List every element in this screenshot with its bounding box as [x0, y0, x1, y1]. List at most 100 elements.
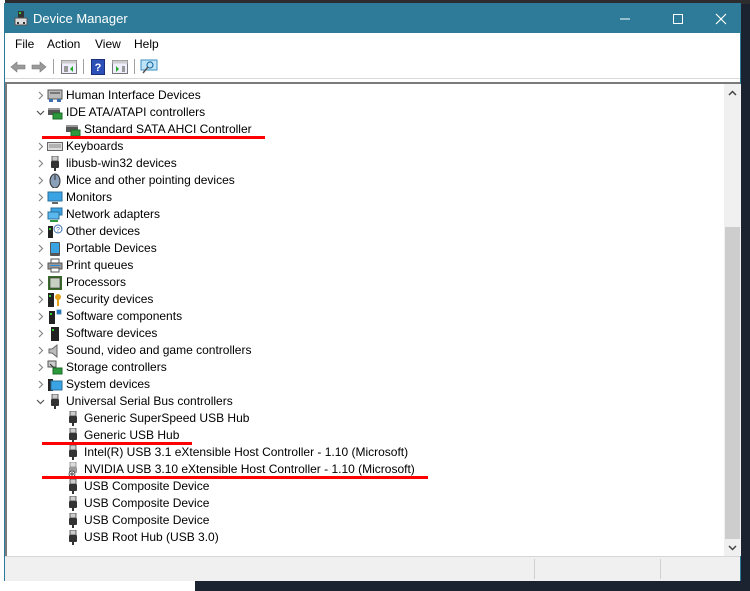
desktop-background-bottom — [0, 581, 195, 591]
tree-device[interactable]: Intel(R) USB 3.1 eXtensible Host Control… — [7, 444, 707, 461]
expand-chevron-right-icon[interactable] — [34, 223, 46, 240]
speaker-icon — [47, 343, 63, 359]
hid-icon — [47, 88, 63, 103]
maximize-icon — [673, 13, 683, 24]
tree-category[interactable]: System devices — [7, 376, 707, 393]
tree-category[interactable]: Sound, video and game controllers — [7, 342, 707, 359]
expand-chevron-right-icon[interactable] — [34, 155, 46, 172]
close-button[interactable] — [699, 4, 743, 33]
device-manager-window: Device Manager File Action View Help ? H… — [4, 3, 741, 581]
software-component-icon — [47, 309, 63, 324]
forward-button[interactable] — [30, 58, 48, 75]
tree-item-label: libusb-win32 devices — [66, 156, 177, 170]
tree-item-label: USB Root Hub (USB 3.0) — [84, 530, 219, 544]
usb-plug-icon — [65, 495, 81, 511]
tree-category[interactable]: Software devices — [7, 325, 707, 342]
tree-category[interactable]: IDE ATA/ATAPI controllers — [7, 104, 707, 121]
close-icon — [715, 13, 727, 24]
tree-device[interactable]: Generic SuperSpeed USB Hub — [7, 410, 707, 427]
expand-chevron-right-icon[interactable] — [34, 206, 46, 223]
vertical-scrollbar[interactable] — [724, 84, 741, 556]
expand-chevron-right-icon[interactable] — [34, 189, 46, 206]
ide-controller-icon — [65, 122, 81, 137]
tree-item-label: Human Interface Devices — [66, 88, 201, 102]
tree-item-label: Sound, video and game controllers — [66, 343, 252, 357]
expand-chevron-right-icon[interactable] — [34, 325, 46, 342]
chevron-up-icon — [728, 89, 737, 96]
expand-chevron-right-icon[interactable] — [34, 172, 46, 189]
tree-category[interactable]: libusb-win32 devices — [7, 155, 707, 172]
menu-action[interactable]: Action — [47, 37, 80, 51]
title-bar[interactable]: Device Manager — [5, 4, 740, 33]
tree-item-label: Software devices — [66, 326, 158, 340]
usb-plug-icon — [65, 410, 81, 426]
minimize-button[interactable] — [603, 4, 647, 33]
expand-chevron-right-icon[interactable] — [34, 342, 46, 359]
tree-item-label: USB Composite Device — [84, 479, 210, 493]
tree-category[interactable]: Software components — [7, 308, 707, 325]
menu-help[interactable]: Help — [134, 37, 159, 51]
storage-controller-icon — [47, 360, 63, 375]
ide-controller-icon — [47, 105, 63, 120]
tree-item-label: Other devices — [66, 224, 141, 238]
scrollbar-thumb[interactable] — [725, 227, 740, 539]
scan-hardware-changes-button[interactable] — [140, 58, 158, 75]
minimize-icon — [620, 18, 630, 19]
expand-chevron-right-icon[interactable] — [34, 359, 46, 376]
expand-chevron-right-icon[interactable] — [34, 87, 46, 104]
tree-category[interactable]: ? Other devices — [7, 223, 707, 240]
software-device-icon — [47, 326, 63, 341]
back-icon — [10, 60, 26, 73]
tree-category[interactable]: Storage controllers — [7, 359, 707, 376]
tree-item-label: NVIDIA USB 3.10 eXtensible Host Controll… — [84, 462, 415, 476]
scroll-down-button[interactable] — [724, 539, 741, 556]
help-button[interactable]: ? — [89, 58, 107, 75]
expand-chevron-right-icon[interactable] — [34, 138, 46, 155]
properties-button[interactable] — [111, 58, 129, 75]
tree-category[interactable]: Processors — [7, 274, 707, 291]
expand-chevron-down-icon[interactable] — [34, 393, 46, 410]
show-hide-console-tree-button[interactable] — [60, 58, 78, 75]
tree-category[interactable]: Security devices — [7, 291, 707, 308]
tree-item-label: Software components — [66, 309, 183, 323]
tree-device[interactable]: USB Composite Device — [7, 478, 707, 495]
keyboard-icon — [47, 139, 63, 154]
expand-chevron-right-icon[interactable] — [34, 308, 46, 325]
svg-text:?: ? — [56, 227, 60, 234]
tree-category[interactable]: Mice and other pointing devices — [7, 172, 707, 189]
device-manager-icon — [14, 11, 28, 26]
network-adapter-icon — [47, 207, 63, 222]
tree-category[interactable]: Human Interface Devices — [7, 87, 707, 104]
device-tree[interactable]: Human Interface Devices IDE ATA/ATAPI con… — [5, 82, 740, 556]
menu-view[interactable]: View — [95, 37, 121, 51]
tree-device[interactable]: USB Composite Device — [7, 512, 707, 529]
tree-category[interactable]: Keyboards — [7, 138, 707, 155]
tree-device[interactable]: USB Composite Device — [7, 495, 707, 512]
status-bar — [5, 556, 740, 581]
tree-item-label: System devices — [66, 377, 151, 391]
tree-item-label: Print queues — [66, 258, 134, 272]
toolbar-separator — [134, 59, 135, 74]
tree-category[interactable]: Print queues — [7, 257, 707, 274]
expand-chevron-down-icon[interactable] — [34, 104, 46, 121]
expand-chevron-right-icon[interactable] — [34, 257, 46, 274]
tree-category[interactable]: Monitors — [7, 189, 707, 206]
tree-category[interactable]: Network adapters — [7, 206, 707, 223]
menu-file[interactable]: File — [15, 37, 34, 51]
tree-device[interactable]: USB Root Hub (USB 3.0) — [7, 529, 707, 546]
expand-chevron-right-icon[interactable] — [34, 376, 46, 393]
expand-chevron-right-icon[interactable] — [34, 274, 46, 291]
tree-item-label: Portable Devices — [66, 241, 157, 255]
tree-item-label: USB Composite Device — [84, 513, 210, 527]
other-devices-icon: ? — [47, 224, 63, 239]
maximize-button[interactable] — [656, 4, 700, 33]
expand-chevron-right-icon[interactable] — [34, 291, 46, 308]
scroll-up-button[interactable] — [724, 84, 741, 101]
tree-category[interactable]: Portable Devices — [7, 240, 707, 257]
tree-category[interactable]: Universal Serial Bus controllers — [7, 393, 707, 410]
tree-item-label: Processors — [66, 275, 127, 289]
usb-plug-icon — [65, 444, 81, 460]
back-button[interactable] — [9, 58, 27, 75]
status-pane-divider — [660, 559, 662, 579]
expand-chevron-right-icon[interactable] — [34, 240, 46, 257]
